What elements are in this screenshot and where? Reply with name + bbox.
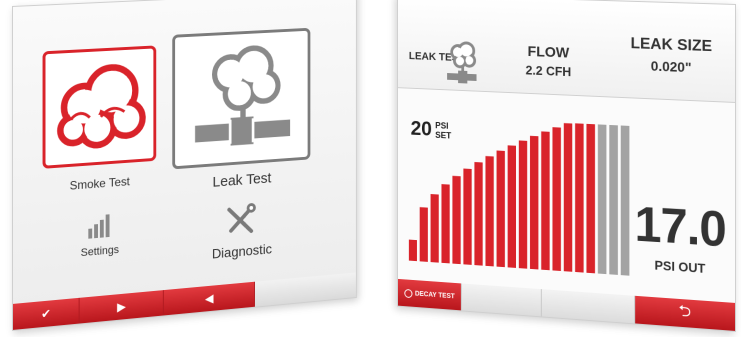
settings-label[interactable]: Settings bbox=[66, 243, 133, 261]
gauge-bar-filled bbox=[441, 184, 450, 264]
leak-size-value: 0.020" bbox=[650, 57, 692, 76]
psi-out-value: 17.0 bbox=[634, 196, 726, 258]
decay-test-label: DECAY TEST bbox=[414, 290, 455, 300]
right-bottom-toolbar: DECAY TEST ⮌ bbox=[398, 278, 736, 331]
leaking-pipe-icon bbox=[195, 31, 291, 146]
leak-test-header: LEAK TEST: FLOW 2.2 CFH LEAK SIZE 0.020" bbox=[398, 0, 736, 103]
flow-value: 2.2 CFH bbox=[525, 62, 572, 80]
gauge-bar-empty bbox=[597, 124, 607, 275]
next-button[interactable]: ▶ bbox=[79, 290, 164, 324]
arrow-left-icon: ◀ bbox=[204, 291, 214, 306]
bar-levels-icon[interactable] bbox=[87, 213, 112, 239]
smoke-cloud-icon bbox=[45, 48, 153, 165]
decay-test-button[interactable]: DECAY TEST bbox=[398, 278, 462, 311]
pressure-bar-gauge-svg bbox=[408, 123, 630, 276]
gauge-bar-filled bbox=[507, 145, 517, 268]
leaking-pipe-small-icon bbox=[445, 40, 478, 84]
gauge-bar-filled bbox=[408, 239, 417, 262]
gauge-bar-filled bbox=[430, 194, 439, 263]
previous-button[interactable]: ◀ bbox=[163, 281, 255, 316]
gauge-bar-filled bbox=[419, 207, 428, 262]
gauge-bar-filled bbox=[474, 162, 483, 266]
diagnostic-label[interactable]: Diagnostic bbox=[196, 239, 288, 262]
gauge-bar-empty bbox=[609, 124, 618, 275]
empty-toolbar-slot bbox=[254, 272, 356, 307]
gauge-bar-filled bbox=[452, 175, 461, 265]
left-bottom-toolbar: ✔ ▶ ◀ bbox=[12, 272, 356, 330]
back-button[interactable]: ⮌ bbox=[635, 295, 736, 331]
confirm-button[interactable]: ✔ bbox=[12, 297, 80, 330]
gauge-bar-filled bbox=[518, 140, 528, 269]
gauge-bar-filled bbox=[563, 123, 573, 272]
gauge-bar-filled bbox=[485, 156, 494, 267]
leak-test-screen: LEAK TEST: FLOW 2.2 CFH LEAK SIZE 0.020"… bbox=[397, 0, 736, 333]
return-arrow-icon: ⮌ bbox=[678, 302, 692, 321]
leak-size-title: LEAK SIZE bbox=[630, 35, 713, 56]
gauge-bar-filled bbox=[586, 123, 595, 274]
smoke-test-tile[interactable] bbox=[42, 45, 157, 169]
gauge-bar-filled bbox=[541, 131, 550, 271]
leak-test-tile[interactable] bbox=[172, 27, 311, 170]
arrow-right-icon: ▶ bbox=[117, 299, 126, 315]
pressure-bar-gauge bbox=[408, 115, 630, 276]
flow-title: FLOW bbox=[527, 43, 570, 62]
empty-toolbar-slot bbox=[461, 283, 542, 317]
wrench-screwdriver-icon[interactable] bbox=[224, 202, 257, 237]
smoke-test-label: Smoke Test bbox=[69, 174, 130, 193]
psi-out-label: PSI OUT bbox=[654, 257, 706, 276]
gauge-bar-filled bbox=[529, 135, 539, 270]
stopwatch-icon bbox=[404, 288, 413, 298]
gauge-bar-filled bbox=[496, 150, 505, 268]
empty-toolbar-slot bbox=[541, 289, 636, 324]
gauge-bar-filled bbox=[463, 168, 472, 265]
leak-test-label: Leak Test bbox=[212, 169, 272, 191]
check-icon: ✔ bbox=[41, 306, 51, 322]
gauge-bar-filled bbox=[552, 127, 561, 272]
main-menu-screen: Smoke Test Leak Test Settings Diagnostic… bbox=[12, 0, 357, 331]
gauge-bar-filled bbox=[575, 123, 584, 273]
